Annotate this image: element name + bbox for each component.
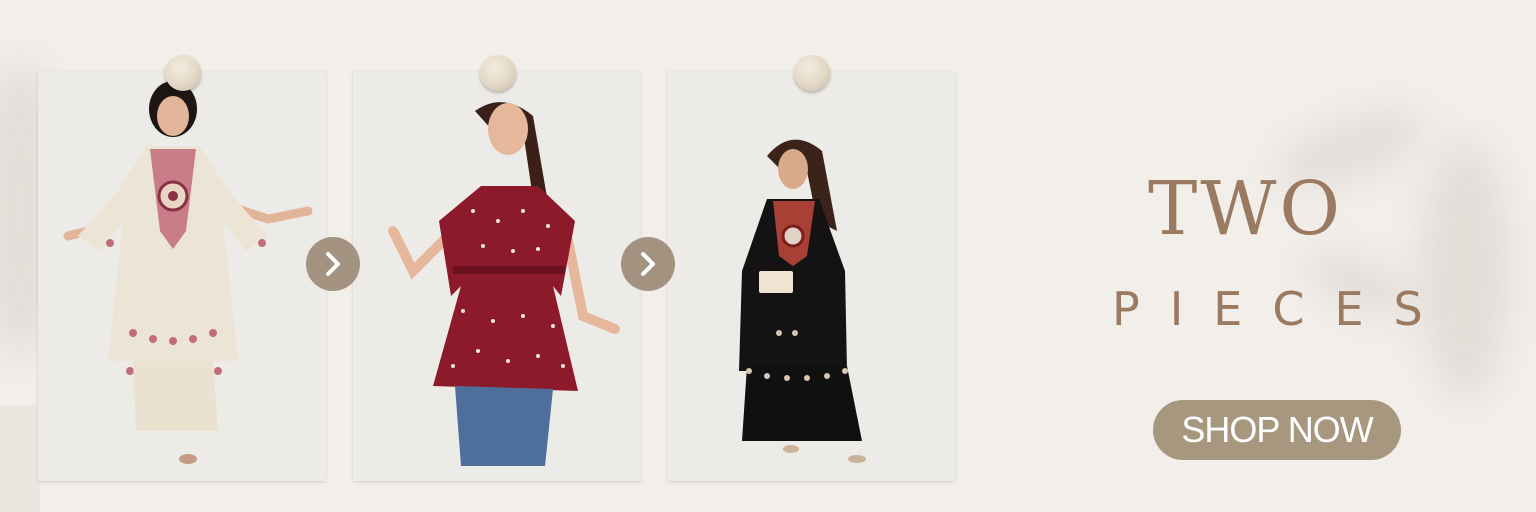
next-arrow-button[interactable] (621, 237, 675, 291)
next-arrow-button[interactable] (306, 237, 360, 291)
pushpin-icon (794, 55, 830, 91)
background-leaf-shadow (1420, 140, 1510, 400)
headline-pieces: PIECES (1112, 282, 1453, 336)
product-image-cream-kurta (63, 81, 313, 464)
pushpin-icon (165, 55, 201, 91)
chevron-right-icon (641, 252, 655, 276)
product-card[interactable] (667, 71, 955, 481)
headline-two: TWO (1148, 166, 1344, 252)
product-image-black-kurta (739, 139, 866, 463)
product-card[interactable] (353, 71, 641, 481)
background-band (0, 405, 40, 512)
product-image-maroon-top (388, 102, 620, 466)
pushpin-icon (480, 55, 516, 91)
shop-now-button[interactable]: SHOP NOW (1153, 400, 1401, 460)
product-card[interactable] (38, 71, 326, 481)
chevron-right-icon (326, 252, 340, 276)
